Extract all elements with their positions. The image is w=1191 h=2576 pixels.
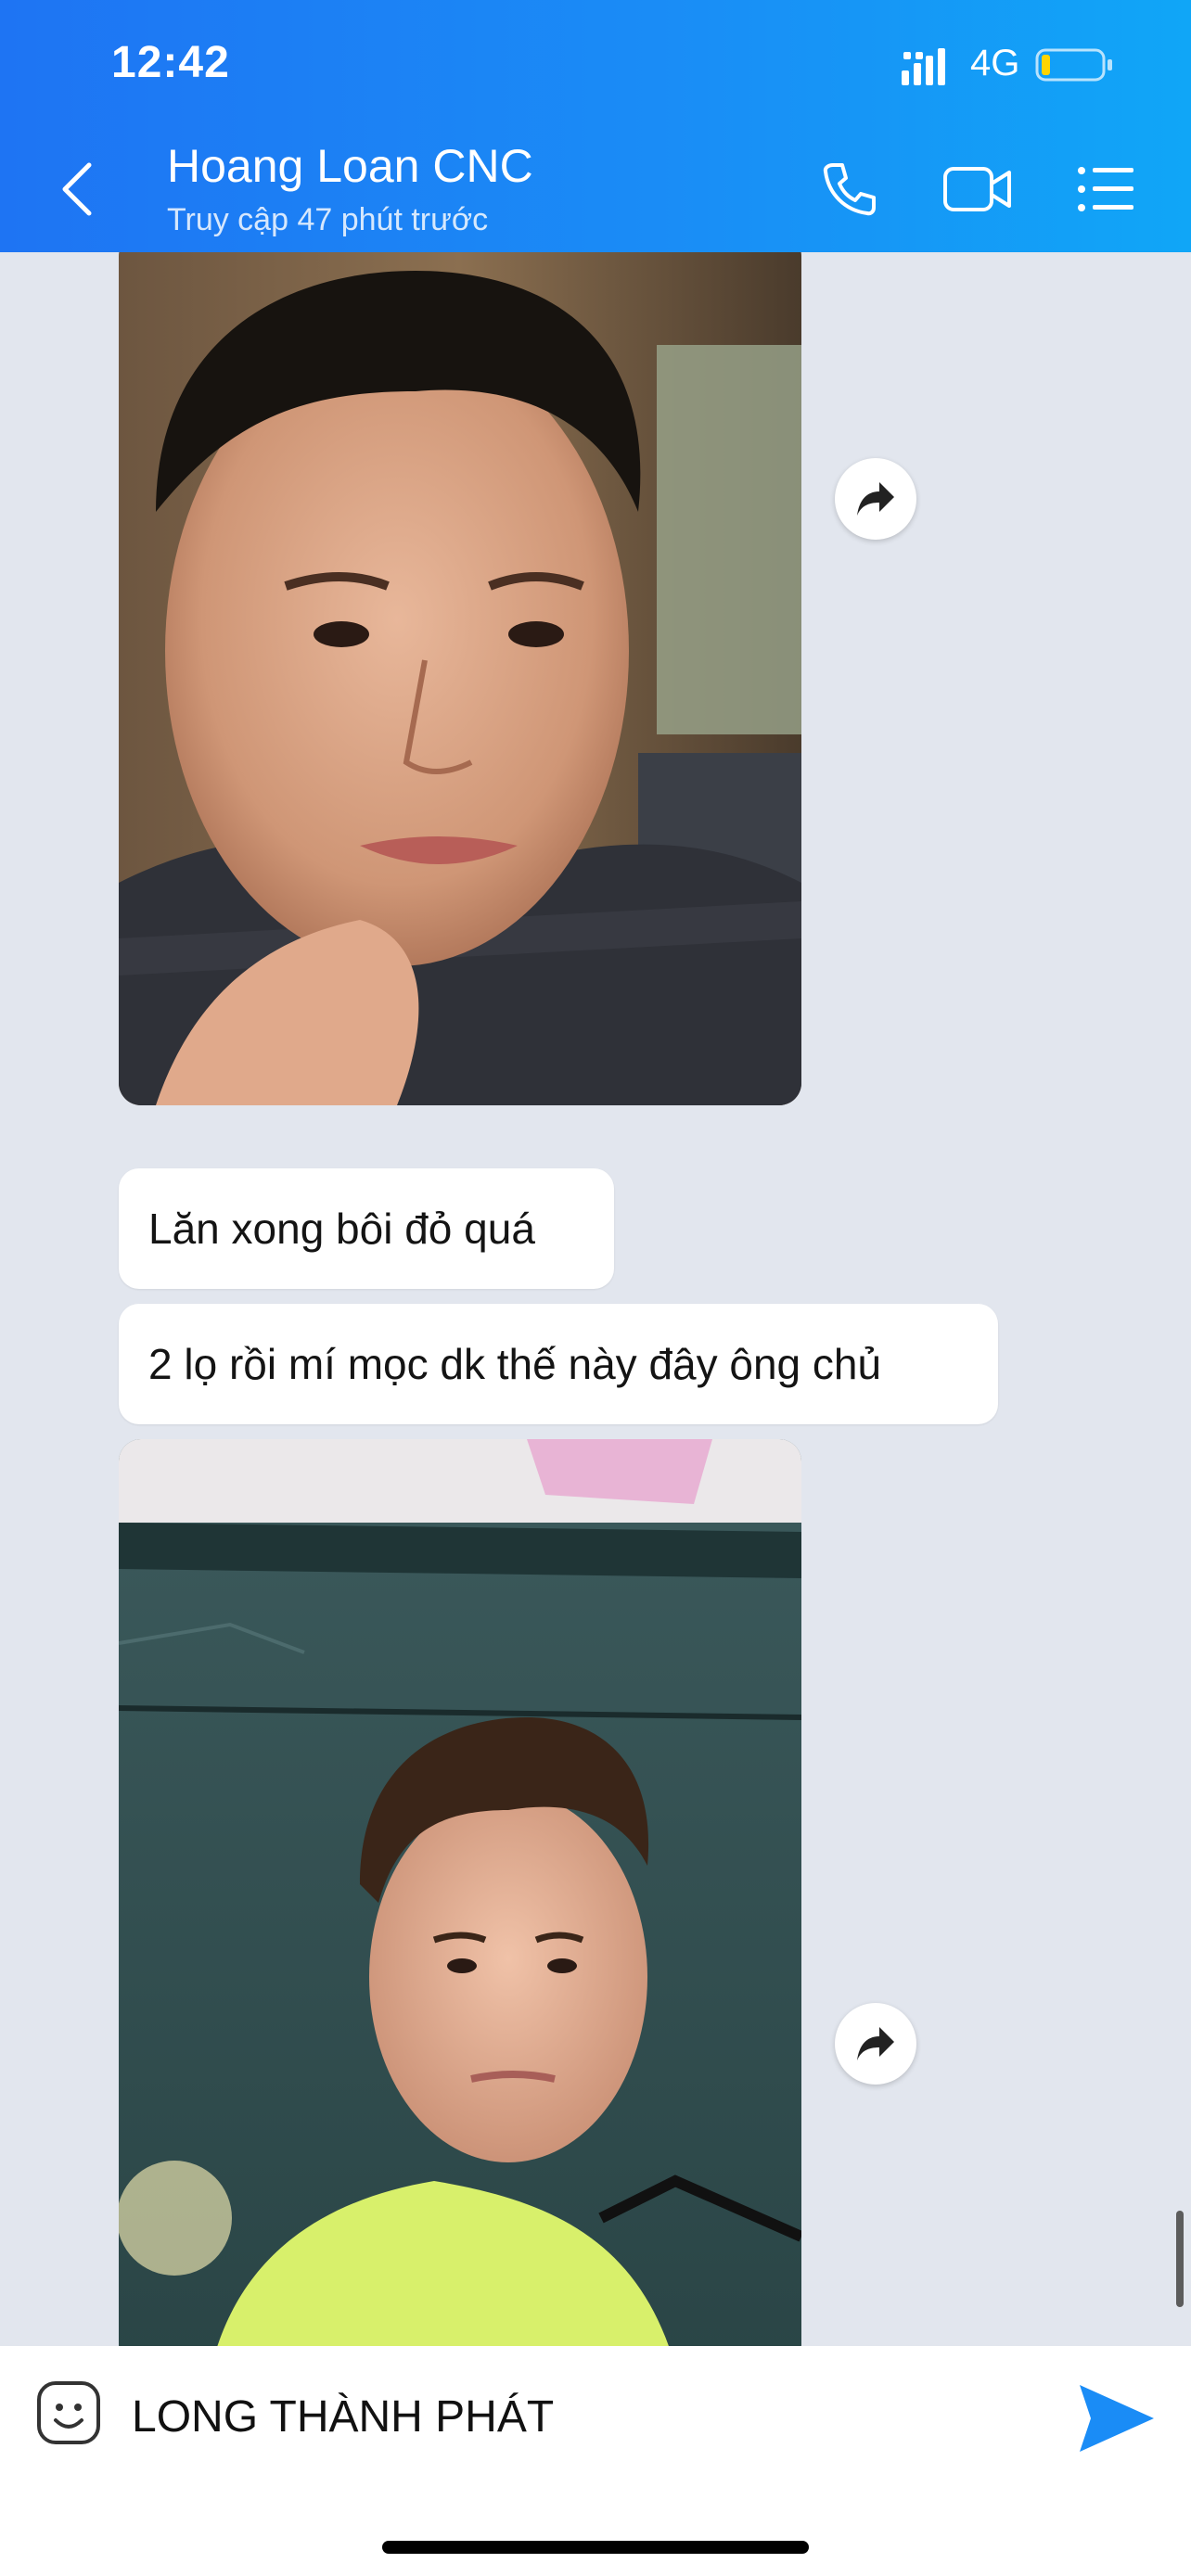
- battery-icon: [1035, 48, 1112, 82]
- back-chevron-icon[interactable]: [56, 159, 100, 219]
- share-arrow-icon: [857, 2027, 894, 2060]
- network-type: 4G: [970, 43, 1020, 83]
- scrollbar[interactable]: [1176, 2211, 1184, 2307]
- share-arrow-icon: [857, 482, 894, 516]
- video-camera-icon[interactable]: [942, 159, 1013, 219]
- text-message[interactable]: 2 lọ rồi mí mọc dk thế này đây ông chủ: [119, 1304, 998, 1424]
- message-list[interactable]: 1 Lăn xong bôi đỏ quá 2 lọ rồi mí mọc dk…: [0, 252, 1191, 2346]
- menu-list-icon[interactable]: [1076, 159, 1135, 219]
- phone-icon[interactable]: [820, 159, 879, 219]
- send-icon[interactable]: [1076, 2381, 1156, 2455]
- chat-header: 12:42 4G Hoang Loan CNC Truy cập 47 phút…: [0, 0, 1191, 252]
- image-message[interactable]: [119, 252, 801, 1105]
- sticker-icon[interactable]: [35, 2379, 102, 2446]
- last-seen-status: Truy cập 47 phút trước: [167, 202, 489, 237]
- message-input[interactable]: [132, 2379, 1059, 2454]
- status-time: 12:42: [111, 38, 230, 87]
- signal-icon: [902, 48, 945, 85]
- message-composer: [0, 2346, 1191, 2576]
- contact-name[interactable]: Hoang Loan CNC: [167, 139, 533, 193]
- photo-thumbnail: [119, 252, 801, 1105]
- image-message[interactable]: [119, 1439, 801, 2346]
- forward-button[interactable]: [835, 458, 916, 540]
- text-message[interactable]: Lăn xong bôi đỏ quá: [119, 1168, 614, 1289]
- photo-thumbnail: [119, 1439, 801, 2346]
- forward-button[interactable]: [835, 2003, 916, 2085]
- home-indicator: [382, 2541, 809, 2554]
